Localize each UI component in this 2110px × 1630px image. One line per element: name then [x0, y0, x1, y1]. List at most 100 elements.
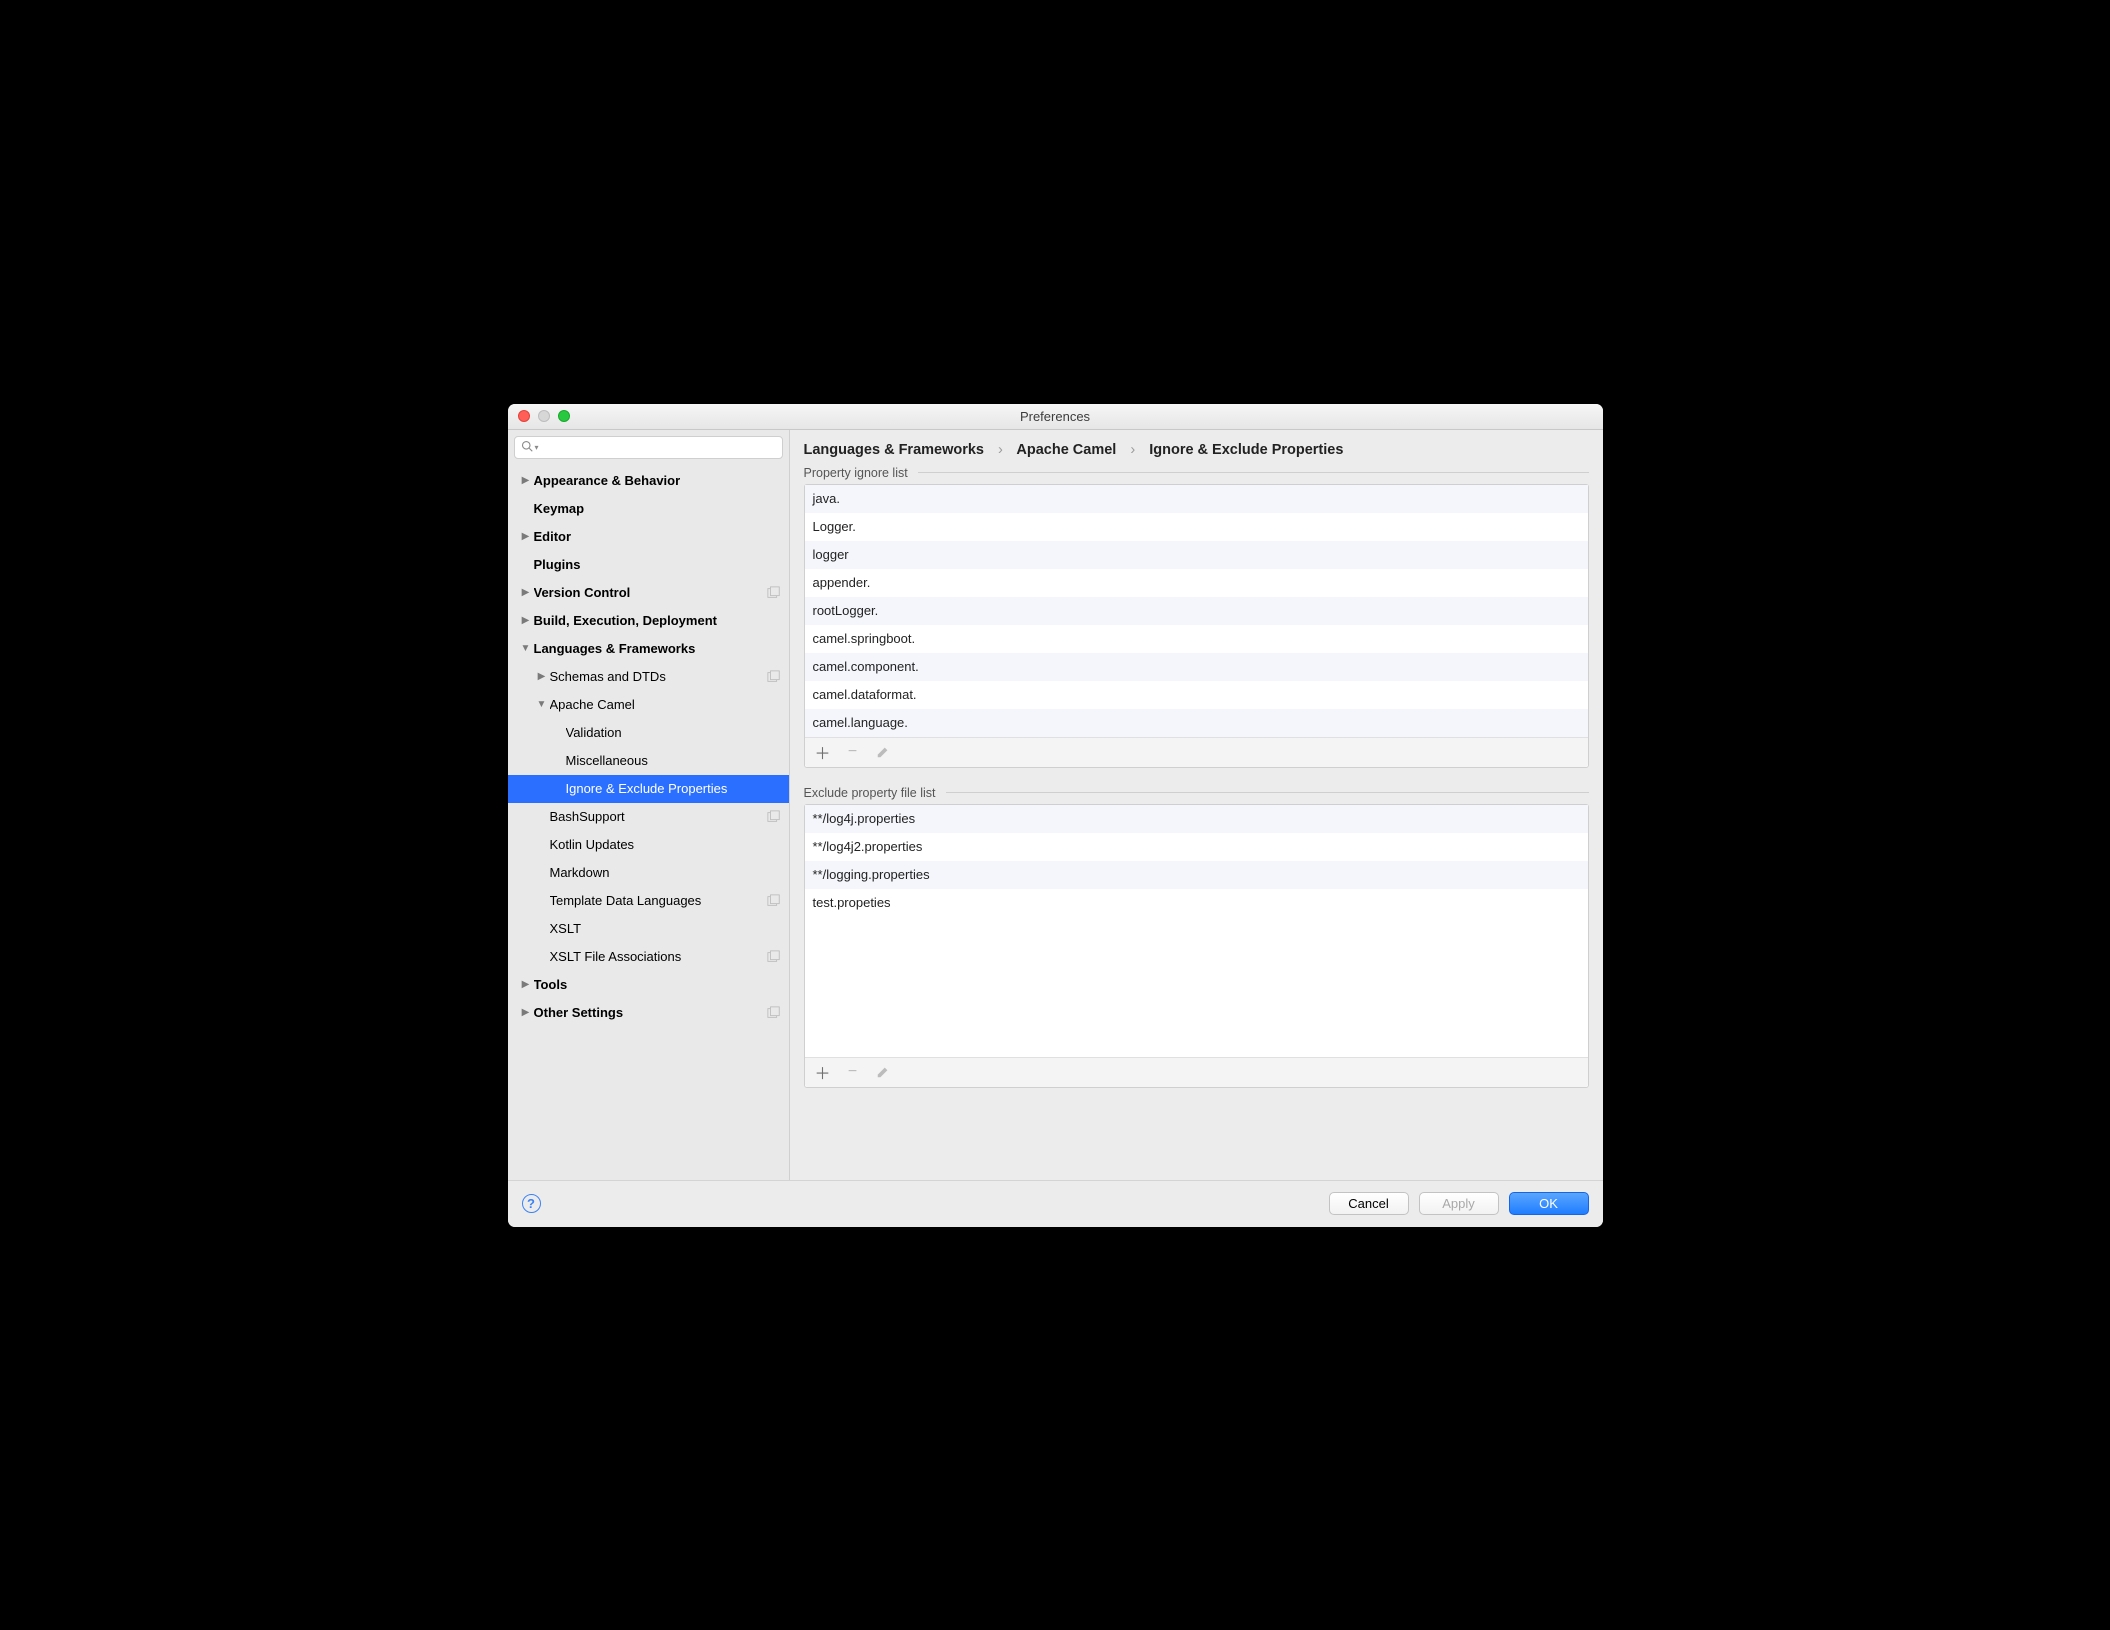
remove-button[interactable]: −	[845, 1063, 861, 1081]
tree-item[interactable]: ▶Build, Execution, Deployment	[508, 607, 789, 635]
remove-button[interactable]: −	[845, 743, 861, 761]
tree-item-label: XSLT File Associations	[550, 949, 763, 964]
add-button[interactable]: ＋	[815, 740, 831, 764]
list-item[interactable]: camel.component.	[805, 653, 1588, 681]
ok-button[interactable]: OK	[1509, 1192, 1589, 1215]
chevron-right-icon[interactable]: ▶	[520, 531, 532, 542]
tree-item[interactable]: Markdown	[508, 859, 789, 887]
zoom-window-button[interactable]	[558, 410, 570, 422]
chevron-right-icon[interactable]: ▶	[520, 979, 532, 990]
project-level-icon	[767, 950, 781, 964]
tree-item-label: Version Control	[534, 585, 763, 600]
tree-item-label: Ignore & Exclude Properties	[566, 781, 781, 796]
section-title: Property ignore list	[804, 466, 908, 480]
exclude-file-list[interactable]: **/log4j.properties**/log4j2.properties*…	[804, 804, 1589, 1088]
project-level-icon	[767, 894, 781, 908]
search-field[interactable]: ▾	[514, 436, 783, 459]
tree-item[interactable]: XSLT File Associations	[508, 943, 789, 971]
chevron-down-icon[interactable]: ▼	[536, 699, 548, 710]
breadcrumb-item: Ignore & Exclude Properties	[1149, 442, 1343, 458]
list-toolbar: ＋ −	[805, 1057, 1588, 1087]
edit-button[interactable]	[875, 1065, 891, 1079]
tree-item-label: Markdown	[550, 865, 781, 880]
tree-item[interactable]: XSLT	[508, 915, 789, 943]
list-item[interactable]: rootLogger.	[805, 597, 1588, 625]
footer: ? Cancel Apply OK	[508, 1180, 1603, 1227]
sidebar: ▾ ▶Appearance & BehaviorKeymap▶EditorPlu…	[508, 430, 790, 1180]
property-ignore-list[interactable]: java.Logger.loggerappender.rootLogger.ca…	[804, 484, 1589, 768]
search-input[interactable]	[543, 440, 776, 455]
list-item[interactable]: **/log4j.properties	[805, 805, 1588, 833]
list-toolbar: ＋ −	[805, 737, 1588, 767]
list-item[interactable]: **/log4j2.properties	[805, 833, 1588, 861]
tree-item[interactable]: ▶Schemas and DTDs	[508, 663, 789, 691]
exclude-file-section: Exclude property file list **/log4j.prop…	[804, 786, 1589, 1088]
preferences-window: Preferences ▾ ▶Appearance & BehaviorKeym…	[508, 404, 1603, 1227]
tree-item-label: Build, Execution, Deployment	[534, 613, 781, 628]
chevron-right-icon[interactable]: ▶	[520, 475, 532, 486]
section-title: Exclude property file list	[804, 786, 936, 800]
tree-item-label: Other Settings	[534, 1005, 763, 1020]
tree-item[interactable]: Plugins	[508, 551, 789, 579]
settings-tree: ▶Appearance & BehaviorKeymap▶EditorPlugi…	[508, 465, 789, 1180]
tree-item[interactable]: ▶Other Settings	[508, 999, 789, 1027]
tree-item-label: Apache Camel	[550, 697, 781, 712]
apply-button[interactable]: Apply	[1419, 1192, 1499, 1215]
tree-item[interactable]: Validation	[508, 719, 789, 747]
tree-item[interactable]: ▶Appearance & Behavior	[508, 467, 789, 495]
tree-item-label: Plugins	[534, 557, 781, 572]
tree-item[interactable]: Miscellaneous	[508, 747, 789, 775]
tree-item-label: Schemas and DTDs	[550, 669, 763, 684]
list-item[interactable]: **/logging.properties	[805, 861, 1588, 889]
list-item[interactable]: Logger.	[805, 513, 1588, 541]
project-level-icon	[767, 670, 781, 684]
tree-item-label: Tools	[534, 977, 781, 992]
chevron-down-icon[interactable]: ▼	[520, 643, 532, 654]
project-level-icon	[767, 1006, 781, 1020]
tree-item[interactable]: ▼Languages & Frameworks	[508, 635, 789, 663]
minimize-window-button[interactable]	[538, 410, 550, 422]
chevron-right-icon[interactable]: ▶	[520, 615, 532, 626]
list-item[interactable]: test.propeties	[805, 889, 1588, 917]
tree-item-label: Miscellaneous	[566, 753, 781, 768]
list-item[interactable]: camel.language.	[805, 709, 1588, 737]
list-item[interactable]: logger	[805, 541, 1588, 569]
window-controls	[518, 410, 570, 422]
tree-item[interactable]: ▶Version Control	[508, 579, 789, 607]
close-window-button[interactable]	[518, 410, 530, 422]
help-button[interactable]: ?	[522, 1194, 541, 1213]
list-item[interactable]: appender.	[805, 569, 1588, 597]
tree-item[interactable]: Kotlin Updates	[508, 831, 789, 859]
property-ignore-section: Property ignore list java.Logger.loggera…	[804, 466, 1589, 768]
tree-item[interactable]: ▶Tools	[508, 971, 789, 999]
project-level-icon	[767, 810, 781, 824]
chevron-right-icon[interactable]: ▶	[520, 1007, 532, 1018]
tree-item[interactable]: BashSupport	[508, 803, 789, 831]
list-item[interactable]: camel.dataformat.	[805, 681, 1588, 709]
cancel-button[interactable]: Cancel	[1329, 1192, 1409, 1215]
divider	[946, 792, 1589, 793]
list-item[interactable]: java.	[805, 485, 1588, 513]
breadcrumb-item: Languages & Frameworks	[804, 442, 985, 458]
add-button[interactable]: ＋	[815, 1060, 831, 1084]
list-item[interactable]: camel.springboot.	[805, 625, 1588, 653]
tree-item-label: Editor	[534, 529, 781, 544]
tree-item-label: Languages & Frameworks	[534, 641, 781, 656]
titlebar: Preferences	[508, 404, 1603, 430]
tree-item[interactable]: ▶Editor	[508, 523, 789, 551]
tree-item-label: Kotlin Updates	[550, 837, 781, 852]
chevron-right-icon[interactable]: ▶	[536, 671, 548, 682]
divider	[918, 472, 1589, 473]
tree-item[interactable]: ▼Apache Camel	[508, 691, 789, 719]
edit-button[interactable]	[875, 745, 891, 759]
chevron-right-icon[interactable]: ▶	[520, 587, 532, 598]
chevron-right-icon: ›	[1130, 442, 1135, 458]
tree-item-label: Appearance & Behavior	[534, 473, 781, 488]
tree-item-label: BashSupport	[550, 809, 763, 824]
tree-item[interactable]: Template Data Languages	[508, 887, 789, 915]
tree-item[interactable]: Ignore & Exclude Properties	[508, 775, 789, 803]
project-level-icon	[767, 586, 781, 600]
tree-item-label: Validation	[566, 725, 781, 740]
search-dropdown-icon[interactable]: ▾	[535, 443, 539, 452]
tree-item[interactable]: Keymap	[508, 495, 789, 523]
